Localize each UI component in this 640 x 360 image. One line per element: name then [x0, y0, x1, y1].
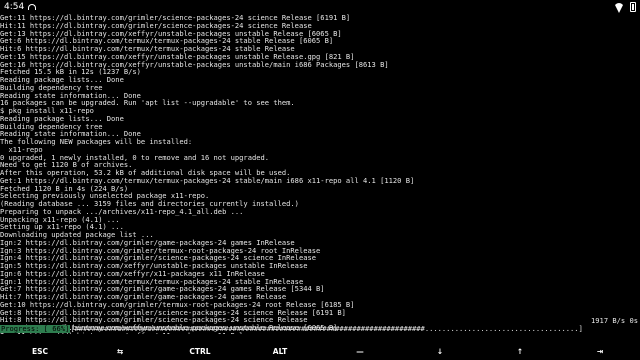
dash-key[interactable]: — — [320, 343, 400, 360]
status-right — [614, 2, 636, 12]
status-left: 4:54 — [4, 2, 37, 12]
android-icon — [28, 4, 37, 10]
terminal-line: The following NEW packages will be insta… — [0, 137, 193, 146]
progress-bar: [#######################################… — [70, 325, 583, 333]
termux-extra-keys-bar: ESC ⇆ CTRL ALT — ↓ ↑ ⇥ — [0, 343, 640, 360]
terminal-line: 16 packages can be upgraded. Run 'apt li… — [0, 98, 295, 108]
battery-icon — [630, 2, 636, 12]
clock-time: 4:54 — [4, 2, 25, 12]
ctrl-key[interactable]: CTRL — [160, 343, 240, 360]
down-key[interactable]: ↓ — [400, 343, 480, 360]
terminal-output[interactable]: Get:11 https://dl.bintray.com/grimler/sc… — [0, 14, 640, 334]
download-rate: 1917 B/s 0s — [591, 316, 638, 325]
progress-label: Progress: [ 66%] — [0, 324, 71, 333]
tab-key[interactable]: ⇆ — [80, 343, 160, 360]
up-key[interactable]: ↑ — [480, 343, 560, 360]
apt-progress-row: 1917 B/s 0s Progress: [ 66%] [##########… — [0, 317, 640, 333]
end-key[interactable]: ⇥ — [560, 343, 640, 360]
android-status-bar: 4:54 — [0, 0, 640, 14]
alt-key[interactable]: ALT — [240, 343, 320, 360]
wifi-icon — [614, 3, 624, 11]
esc-key[interactable]: ESC — [0, 343, 80, 360]
